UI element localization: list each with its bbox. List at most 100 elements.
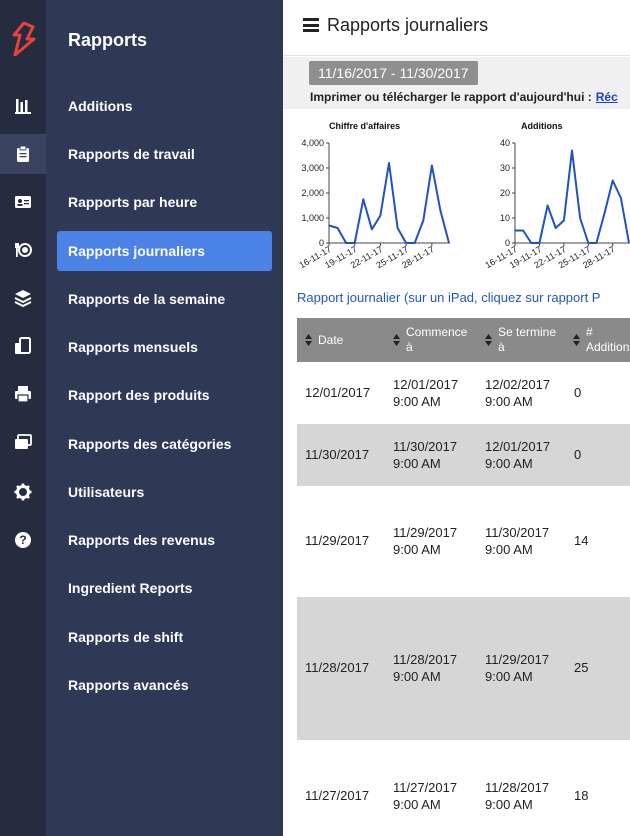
cards-icon[interactable]	[0, 422, 46, 462]
reports-menu: Rapports Additions Rapports de travail R…	[46, 0, 283, 836]
header-end[interactable]: Se termine à	[485, 318, 569, 362]
table-row[interactable]: 11/30/2017 11/30/2017 9:00 AM 12/01/2017 9…	[297, 424, 630, 486]
cell-start: 12/01/2017 9:00 AM	[393, 377, 459, 409]
table-row[interactable]: 11/27/2017 11/27/2017 9:00 AM 11/28/2017 9…	[297, 740, 630, 836]
additions-chart-data-point	[546, 204, 549, 207]
cell-date: 11/29/2017	[305, 533, 370, 548]
table-row[interactable]: 12/01/2017 12/01/2017 9:00 AM 12/02/2017 9…	[297, 362, 630, 424]
table-row[interactable]: 11/28/2017 11/28/2017 9:00 AM 11/29/2017 9…	[297, 597, 630, 740]
dining-icon[interactable]	[0, 230, 46, 270]
menu-item-rapports-journaliers[interactable]: Rapports journaliers	[57, 231, 272, 271]
print-download-link[interactable]: Réc	[596, 90, 618, 104]
menu-item-rapports-de-la-semaine[interactable]: Rapports de la semaine	[57, 279, 272, 319]
additions-chart-y-tick-label: 10	[500, 213, 510, 223]
id-card-icon[interactable]	[0, 182, 46, 222]
gear-icon[interactable]	[0, 472, 46, 512]
additions-chart-y-tick-label: 30	[500, 163, 510, 173]
bar-chart-icon[interactable]	[0, 86, 46, 126]
additions-chart-data-point	[514, 229, 516, 232]
revenue-chart-plot: 01,0002,0003,0004,00016-11-1719-11-1722-…	[297, 138, 450, 270]
cell-start: 11/27/2017 9:00 AM	[393, 780, 458, 812]
cell-additions: 18	[574, 788, 589, 803]
cell-end: 11/30/2017 9:00 AM	[485, 525, 550, 557]
menu-item-rapports-des-categories[interactable]: Rapports des catégories	[57, 424, 272, 464]
revenue-chart-data-point	[439, 209, 442, 212]
sort-icon	[485, 334, 492, 346]
additions-chart-data-point	[595, 242, 598, 244]
cell-additions: 14	[574, 533, 589, 548]
menu-item-utilisateurs[interactable]: Utilisateurs	[57, 472, 272, 512]
header-additions-label: # Additions	[586, 325, 630, 354]
revenue-chart-data-point	[336, 227, 339, 229]
cell-end: 11/28/2017 9:00 AM	[485, 780, 550, 812]
cell-end: 12/02/2017 9:00 AM	[485, 377, 551, 409]
additions-chart-data-point	[603, 212, 606, 214]
revenue-chart-data-point	[371, 228, 373, 231]
header-start[interactable]: Commence à	[393, 318, 477, 362]
additions-chart: Additions 0 10 20 30 40 16-11-17 19-11-17 22-11…	[483, 118, 630, 278]
menu-item-additions[interactable]: Additions	[57, 86, 272, 126]
cell-additions: 0	[574, 385, 582, 400]
revenue-chart-data-point	[345, 242, 347, 244]
revenue-chart-y-tick-label: 2,000	[301, 188, 324, 198]
revenue-chart-y-tick-label: 4,000	[301, 138, 324, 148]
revenue-chart-data-point	[362, 198, 365, 201]
header-additions[interactable]: # Additions	[573, 318, 630, 362]
header-end-label: Se termine à	[498, 325, 557, 354]
menu-title: Rapports	[68, 30, 148, 50]
additions-chart-title: Additions	[521, 121, 563, 131]
revenue-chart-y-tick-label: 1,000	[301, 213, 324, 223]
table-row[interactable]: 11/29/2017 11/29/2017 9:00 AM 11/30/2017 9…	[297, 486, 630, 597]
cell-additions: 25	[574, 660, 589, 675]
layers-icon[interactable]	[0, 278, 46, 318]
additions-chart-y-tick-label: 20	[500, 188, 510, 198]
menu-item-rapports-par-heure[interactable]: Rapports par heure	[57, 182, 272, 222]
svg-text:?: ?	[19, 533, 26, 547]
cell-start: 11/30/2017 9:00 AM	[393, 439, 458, 471]
printer-icon[interactable]	[0, 374, 46, 414]
sort-icon	[305, 334, 312, 346]
menu-item-rapports-avances[interactable]: Rapports avancés	[57, 665, 272, 705]
revenue-chart-data-point	[379, 214, 382, 217]
print-download-label: Imprimer ou télécharger le rapport d'auj…	[310, 90, 592, 104]
cell-start: 11/28/2017 9:00 AM	[393, 652, 458, 684]
header-start-label: Commence à	[406, 325, 468, 354]
revenue-chart-y-tick-label: 3,000	[301, 163, 324, 173]
revenue-chart-data-point	[422, 219, 425, 222]
cell-date: 11/28/2017	[305, 660, 370, 675]
main-content: Rapports journaliers 11/16/2017 - 11/30/…	[283, 0, 630, 836]
revenue-chart-data-point	[413, 242, 416, 244]
revenue-chart-title: Chiffre d'affaires	[329, 121, 401, 131]
cell-start: 11/29/2017 9:00 AM	[393, 525, 458, 557]
cell-date: 11/30/2017	[305, 447, 370, 462]
additions-chart-data-point	[554, 227, 557, 229]
sort-icon	[393, 334, 400, 346]
clipboard-icon[interactable]	[0, 134, 46, 174]
menu-item-rapports-de-travail[interactable]: Rapports de travail	[57, 134, 272, 174]
devices-icon[interactable]	[0, 326, 46, 366]
icon-rail: ?	[0, 0, 46, 836]
menu-item-rapports-mensuels[interactable]: Rapports mensuels	[57, 327, 272, 367]
revenue-chart-data-point	[431, 164, 433, 167]
hamburger-menu-icon[interactable]	[303, 18, 319, 32]
additions-chart-data-point	[522, 229, 524, 232]
menu-item-rapport-des-produits[interactable]: Rapport des produits	[57, 375, 272, 415]
lightspeed-logo-icon[interactable]	[11, 22, 37, 56]
page-title: Rapports journaliers	[327, 15, 489, 35]
header-date-label: Date	[318, 332, 344, 347]
additions-chart-plot: 01020304016-11-1719-11-1722-11-1725-11-1…	[483, 138, 630, 270]
menu-item-rapports-des-revenus[interactable]: Rapports des revenus	[57, 520, 272, 560]
additions-chart-y-tick-label: 40	[500, 138, 510, 148]
menu-item-ingredient-reports[interactable]: Ingredient Reports	[57, 568, 272, 608]
date-range-picker[interactable]: 11/16/2017 - 11/30/2017	[309, 61, 478, 85]
revenue-chart-data-point	[388, 162, 390, 164]
menu-item-rapports-de-shift[interactable]: Rapports de shift	[57, 617, 272, 657]
additions-chart-data-point	[538, 242, 541, 244]
table-header: Date Commence à Se termine à # Additions	[297, 318, 630, 362]
revenue-chart-data-point	[448, 242, 450, 244]
daily-report-link[interactable]: Rapport journalier (sur un iPad, cliquez…	[297, 290, 600, 305]
header-date[interactable]: Date	[305, 318, 343, 362]
cell-end: 12/01/2017 9:00 AM	[485, 439, 551, 471]
additions-chart-data-point	[571, 149, 573, 152]
help-icon[interactable]: ?	[0, 520, 46, 560]
